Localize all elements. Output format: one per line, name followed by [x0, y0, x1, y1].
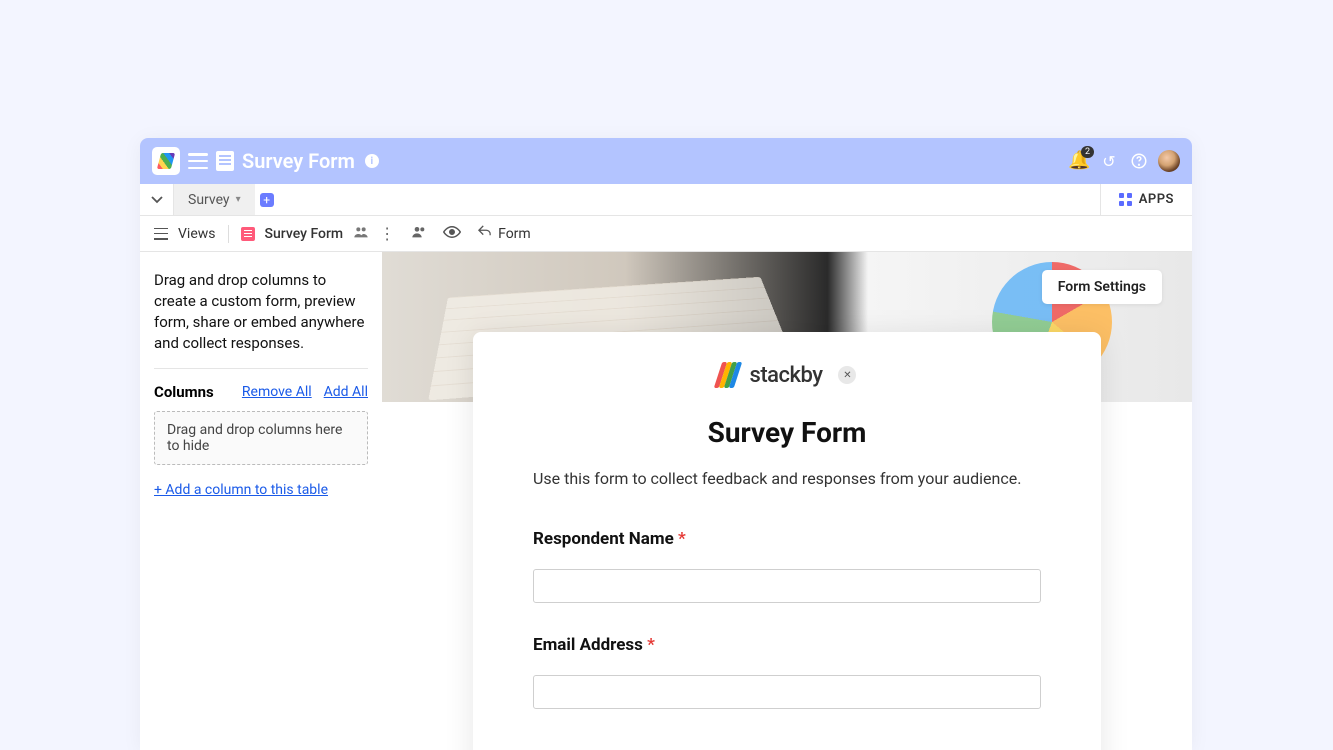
- apps-button[interactable]: APPS: [1100, 184, 1192, 215]
- tab-bar: Survey ▾ + APPS: [140, 184, 1192, 216]
- add-tab-wrap: +: [255, 184, 279, 215]
- form-view-icon: [241, 227, 255, 241]
- page-title: Survey Form: [242, 149, 355, 173]
- form-brand-row: stackby ✕: [533, 362, 1041, 388]
- email-address-input[interactable]: [533, 675, 1041, 709]
- notification-badge: 2: [1081, 146, 1094, 158]
- add-tab-button[interactable]: +: [260, 193, 274, 207]
- view-toolbar: Views Survey Form ⋮ Form: [140, 216, 1192, 252]
- form-description[interactable]: Use this form to collect feedback and re…: [533, 467, 1041, 491]
- sidebar-help-text: Drag and drop columns to create a custom…: [154, 270, 368, 354]
- tab-label: Survey: [188, 192, 230, 208]
- form-field-email-address[interactable]: Email Address *: [533, 635, 1041, 709]
- form-mode-label: Form: [498, 226, 531, 242]
- required-indicator: *: [678, 529, 686, 549]
- document-icon: [216, 151, 234, 171]
- respondent-name-input[interactable]: [533, 569, 1041, 603]
- field-label: Email Address *: [533, 635, 1041, 655]
- field-label: Respondent Name *: [533, 529, 1041, 549]
- preview-icon[interactable]: [443, 225, 461, 243]
- main-layout: Drag and drop columns to create a custom…: [140, 252, 1192, 750]
- tab-collapse-toggle[interactable]: [140, 184, 174, 215]
- stackby-logo-icon: [718, 362, 740, 388]
- app-logo[interactable]: [152, 147, 180, 175]
- remove-logo-button[interactable]: ✕: [838, 366, 856, 384]
- form-card: stackby ✕ Survey Form Use this form to c…: [473, 332, 1101, 750]
- columns-title: Columns: [154, 383, 230, 401]
- share-users-icon[interactable]: [411, 224, 427, 244]
- collaborators-icon[interactable]: [353, 224, 369, 244]
- notifications-button[interactable]: 🔔 2: [1068, 150, 1090, 172]
- current-view-name[interactable]: Survey Form: [265, 226, 344, 242]
- add-all-link[interactable]: Add All: [324, 384, 368, 400]
- columns-header: Columns Remove All Add All: [154, 383, 368, 401]
- required-indicator: *: [647, 635, 655, 655]
- separator: [228, 225, 229, 243]
- apps-label: APPS: [1139, 192, 1174, 207]
- form-canvas: Form Settings stackby ✕ Survey Form Use …: [382, 252, 1192, 750]
- views-menu-icon[interactable]: [154, 228, 168, 240]
- columns-dropzone[interactable]: Drag and drop columns here to hide: [154, 411, 368, 465]
- form-builder-sidebar: Drag and drop columns to create a custom…: [140, 252, 382, 750]
- hamburger-icon[interactable]: [188, 153, 208, 169]
- form-field-respondent-name[interactable]: Respondent Name *: [533, 529, 1041, 603]
- divider: [154, 368, 368, 369]
- user-avatar[interactable]: [1158, 150, 1180, 172]
- apps-icon: [1119, 193, 1133, 207]
- add-column-link[interactable]: + Add a column to this table: [154, 482, 328, 498]
- top-header: Survey Form i 🔔 2 ↺: [140, 138, 1192, 184]
- form-title[interactable]: Survey Form: [533, 416, 1041, 449]
- info-icon[interactable]: i: [365, 154, 379, 168]
- views-label[interactable]: Views: [178, 226, 216, 242]
- help-icon[interactable]: [1128, 150, 1150, 172]
- history-icon[interactable]: ↺: [1098, 150, 1120, 172]
- remove-all-link[interactable]: Remove All: [242, 384, 312, 400]
- share-icon: [477, 224, 492, 243]
- chevron-down-icon: ▾: [236, 194, 241, 205]
- more-options-icon[interactable]: ⋮: [379, 226, 395, 242]
- form-brand-text: stackby: [750, 363, 823, 388]
- form-mode-indicator[interactable]: Form: [477, 224, 531, 243]
- app-window: Survey Form i 🔔 2 ↺ Survey ▾ + APPS: [140, 138, 1192, 750]
- tab-survey[interactable]: Survey ▾: [174, 184, 255, 215]
- form-settings-button[interactable]: Form Settings: [1042, 270, 1162, 304]
